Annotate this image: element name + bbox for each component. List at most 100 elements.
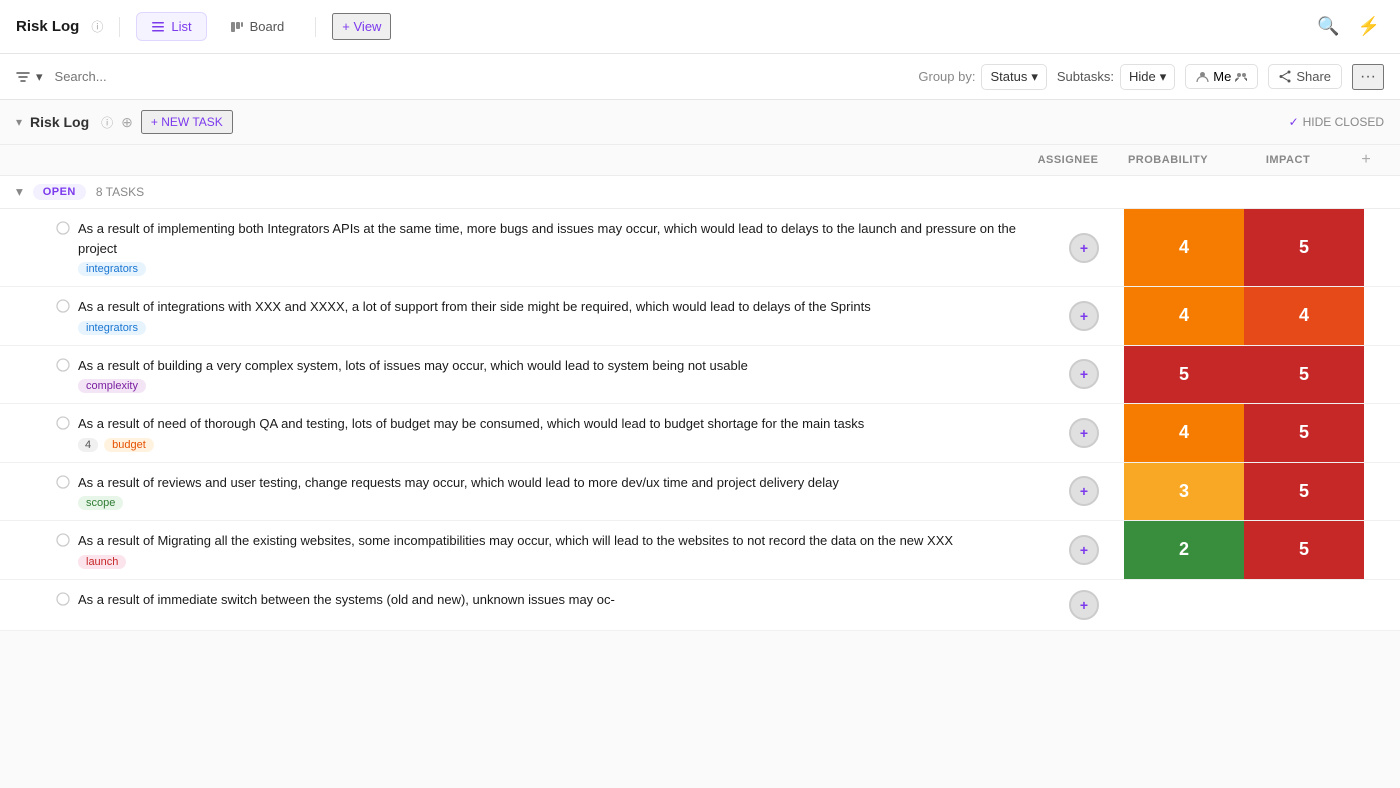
search-input[interactable] [55,69,907,84]
list-collapse-button[interactable]: ▾ [16,115,22,129]
list-title-row: ▾ Risk Log ⓘ ⊕ + NEW TASK [16,110,1289,134]
task-checkbox[interactable] [56,358,70,375]
task-row: As a result of reviews and user testing,… [0,463,1400,522]
lightning-button[interactable]: ⚡ [1354,12,1384,41]
add-cell [1364,209,1400,286]
col-header-add: + [1348,151,1384,169]
filter-button[interactable]: ▾ [16,69,43,85]
group-collapse-button[interactable]: ▾ [16,184,23,200]
assignee-avatar[interactable] [1069,233,1099,263]
list-info-icon[interactable]: ⓘ [101,114,113,131]
probability-cell: 3 [1124,463,1244,521]
list-header: ▾ Risk Log ⓘ ⊕ + NEW TASK ✓ HIDE CLOSED [0,100,1400,145]
col-header-probability: PROBABILITY [1108,154,1228,166]
add-cell [1364,287,1400,345]
task-count: 8 TASKS [96,185,144,199]
people-icon [1235,71,1247,83]
group-by-dropdown[interactable]: Status ▾ [981,64,1046,90]
chevron-down-icon-subtasks: ▾ [1160,69,1167,85]
task-checkbox[interactable] [56,299,70,316]
task-checkbox[interactable] [56,221,70,238]
nav-right: 🔍 ⚡ [1313,12,1384,41]
add-cell [1364,346,1400,404]
task-content: As a result of immediate switch between … [78,590,1044,614]
task-checkbox[interactable] [56,533,70,550]
impact-cell: 5 [1244,209,1364,286]
column-headers: ASSIGNEE PROBABILITY IMPACT + [0,145,1400,176]
hide-closed-button[interactable]: ✓ HIDE CLOSED [1289,115,1384,129]
task-tag[interactable]: budget [104,438,154,452]
task-main: As a result of implementing both Integra… [0,209,1044,286]
add-view-button[interactable]: + View [332,13,391,40]
me-button[interactable]: Me [1185,64,1258,89]
add-cell [1364,580,1400,630]
task-content: As a result of need of thorough QA and t… [78,414,1044,452]
task-text: As a result of immediate switch between … [78,590,1044,610]
task-tag[interactable]: complexity [78,379,146,393]
task-main: As a result of need of thorough QA and t… [0,404,1044,462]
impact-cell: 5 [1244,346,1364,404]
task-text: As a result of integrations with XXX and… [78,297,1044,317]
probability-cell: 2 [1124,521,1244,579]
task-tag[interactable]: integrators [78,262,146,276]
group-header-open: ▾ OPEN 8 TASKS [0,176,1400,209]
add-column-icon[interactable]: + [1361,151,1370,168]
assignee-avatar[interactable] [1069,301,1099,331]
impact-cell: 5 [1244,463,1364,521]
task-tags: integrators [78,321,1044,335]
task-tag[interactable]: integrators [78,321,146,335]
task-tag[interactable]: launch [78,555,126,569]
subtasks-dropdown[interactable]: Hide ▾ [1120,64,1175,90]
add-cell [1364,463,1400,521]
task-assignee [1044,287,1124,345]
list-title: Risk Log [30,114,89,130]
impact-cell: 5 [1244,521,1364,579]
assignee-avatar[interactable] [1069,476,1099,506]
assignee-avatar[interactable] [1069,590,1099,620]
task-checkbox[interactable] [56,475,70,492]
task-row: As a result of building a very complex s… [0,346,1400,405]
assignee-avatar[interactable] [1069,418,1099,448]
nav-divider [119,17,120,37]
list-icon [151,20,165,34]
new-task-button[interactable]: + NEW TASK [141,110,233,134]
filter-icon [16,70,30,84]
nav-divider-2 [315,17,316,37]
search-button[interactable]: 🔍 [1313,12,1343,41]
task-assignee [1044,463,1124,521]
add-cell [1364,521,1400,579]
filter-label: ▾ [36,69,43,85]
task-main: As a result of immediate switch between … [0,580,1044,630]
tab-board[interactable]: Board [215,12,300,41]
tag-number: 4 [78,438,98,452]
list-settings-icon[interactable]: ⊕ [121,114,133,131]
more-options-button[interactable]: ··· [1352,64,1384,90]
main-content: ▾ Risk Log ⓘ ⊕ + NEW TASK ✓ HIDE CLOSED … [0,100,1400,788]
task-tag[interactable]: scope [78,496,123,510]
add-cell [1364,404,1400,462]
task-tags: 4 budget [78,438,1044,452]
assignee-avatar[interactable] [1069,535,1099,565]
project-title: Risk Log [16,18,79,35]
toolbar: ▾ Group by: Status ▾ Subtasks: Hide ▾ Me… [0,54,1400,100]
task-list: As a result of implementing both Integra… [0,209,1400,631]
task-tags: integrators [78,262,1044,276]
top-nav: Risk Log ⓘ List Board + View 🔍 ⚡ [0,0,1400,54]
subtasks-control: Subtasks: Hide ▾ [1057,64,1175,90]
task-text: As a result of need of thorough QA and t… [78,414,1044,434]
share-button[interactable]: Share [1268,64,1342,89]
chevron-down-icon: ▾ [1031,69,1038,85]
tab-list[interactable]: List [136,12,206,41]
task-tags: scope [78,496,1044,510]
task-text: As a result of reviews and user testing,… [78,473,1044,493]
project-info-icon[interactable]: ⓘ [91,18,103,35]
assignee-avatar[interactable] [1069,359,1099,389]
task-row: As a result of need of thorough QA and t… [0,404,1400,463]
col-header-assignee: ASSIGNEE [1028,154,1108,166]
task-row: As a result of immediate switch between … [0,580,1400,631]
probability-cell [1124,580,1244,630]
task-assignee [1044,521,1124,579]
task-main: As a result of Migrating all the existin… [0,521,1044,579]
task-checkbox[interactable] [56,592,70,609]
task-checkbox[interactable] [56,416,70,433]
